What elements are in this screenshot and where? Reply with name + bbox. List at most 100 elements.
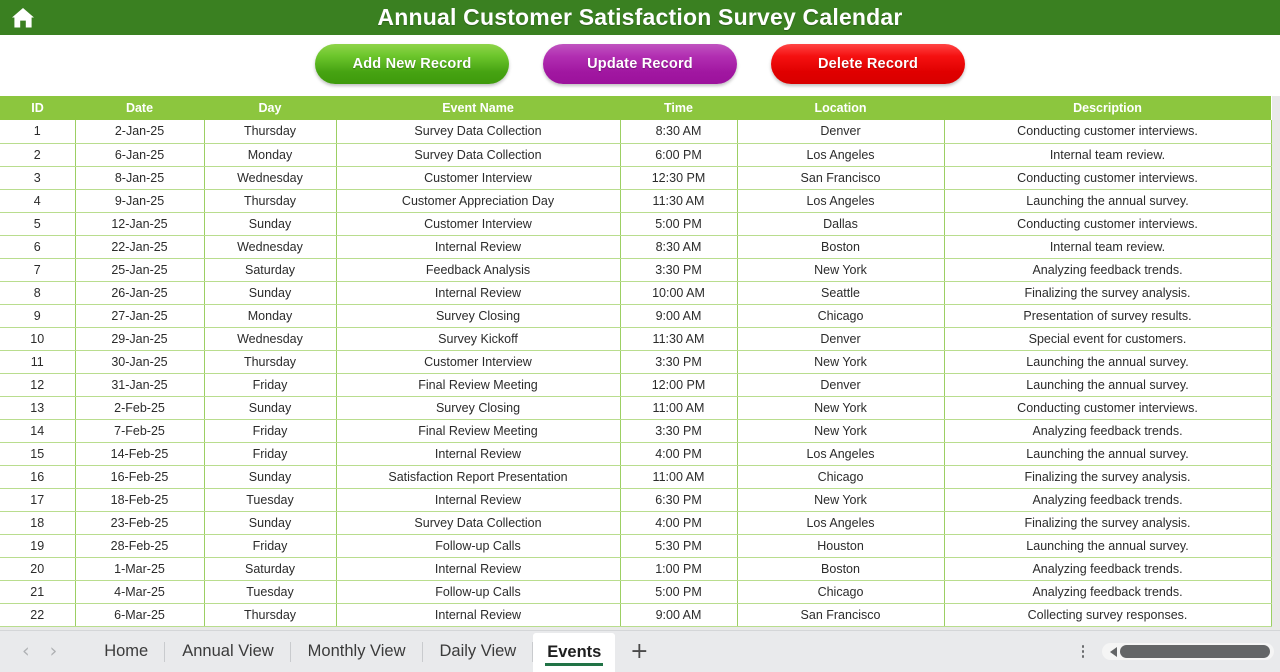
- delete-record-button[interactable]: Delete Record: [771, 43, 965, 84]
- cell-time[interactable]: 8:30 AM: [620, 235, 738, 259]
- cell-location[interactable]: New York: [737, 350, 945, 374]
- cell-location[interactable]: New York: [737, 488, 945, 512]
- cell-day[interactable]: Sunday: [204, 465, 337, 489]
- cell-description[interactable]: Analyzing feedback trends.: [944, 580, 1272, 604]
- table-row[interactable]: 11 30-Jan-25 Thursday Customer Interview 3:3…: [0, 350, 1272, 374]
- cell-description[interactable]: Analyzing feedback trends.: [944, 419, 1272, 443]
- cell-event-name[interactable]: Survey Closing: [336, 304, 621, 328]
- cell-description[interactable]: Launching the annual survey.: [944, 189, 1272, 213]
- cell-time[interactable]: 3:30 PM: [620, 258, 738, 282]
- cell-event-name[interactable]: Final Review Meeting: [336, 419, 621, 443]
- cell-event-name[interactable]: Internal Review: [336, 557, 621, 581]
- cell-location[interactable]: New York: [737, 396, 945, 420]
- cell-day[interactable]: Sunday: [204, 281, 337, 305]
- cell-id[interactable]: 10: [0, 327, 76, 351]
- cell-date[interactable]: 7-Feb-25: [75, 419, 205, 443]
- cell-date[interactable]: 2-Jan-25: [75, 120, 205, 144]
- cell-day[interactable]: Sunday: [204, 396, 337, 420]
- chevron-right-icon[interactable]: ›: [50, 642, 58, 661]
- cell-description[interactable]: Finalizing the survey analysis.: [944, 511, 1272, 535]
- cell-event-name[interactable]: Final Review Meeting: [336, 373, 621, 397]
- cell-event-name[interactable]: Internal Review: [336, 488, 621, 512]
- cell-day[interactable]: Saturday: [204, 258, 337, 282]
- cell-location[interactable]: Houston: [737, 534, 945, 558]
- cell-day[interactable]: Wednesday: [204, 235, 337, 259]
- column-header-event-name[interactable]: Event Name: [336, 96, 620, 120]
- cell-time[interactable]: 11:30 AM: [620, 189, 738, 213]
- kebab-menu-icon[interactable]: [1070, 639, 1096, 665]
- cell-time[interactable]: 5:00 PM: [620, 580, 738, 604]
- sheet-tab-annual-view[interactable]: Annual View: [165, 631, 292, 672]
- cell-day[interactable]: Sunday: [204, 511, 337, 535]
- cell-location[interactable]: Chicago: [737, 580, 945, 604]
- cell-id[interactable]: 7: [0, 258, 76, 282]
- column-header-date[interactable]: Date: [75, 96, 204, 120]
- table-row[interactable]: 3 8-Jan-25 Wednesday Customer Interview 12:3…: [0, 166, 1272, 190]
- cell-event-name[interactable]: Internal Review: [336, 442, 621, 466]
- table-row[interactable]: 2 6-Jan-25 Monday Survey Data Collection 6:0…: [0, 143, 1272, 167]
- cell-id[interactable]: 1: [0, 120, 76, 144]
- cell-event-name[interactable]: Survey Kickoff: [336, 327, 621, 351]
- cell-event-name[interactable]: Customer Interview: [336, 166, 621, 190]
- table-row[interactable]: 10 29-Jan-25 Wednesday Survey Kickoff 11:30 …: [0, 327, 1272, 351]
- cell-date[interactable]: 29-Jan-25: [75, 327, 205, 351]
- cell-location[interactable]: New York: [737, 419, 945, 443]
- table-row[interactable]: 4 9-Jan-25 Thursday Customer Appreciation D…: [0, 189, 1272, 213]
- cell-event-name[interactable]: Follow-up Calls: [336, 534, 621, 558]
- cell-id[interactable]: 9: [0, 304, 76, 328]
- cell-id[interactable]: 18: [0, 511, 76, 535]
- cell-time[interactable]: 3:30 PM: [620, 419, 738, 443]
- cell-day[interactable]: Thursday: [204, 120, 337, 144]
- cell-time[interactable]: 8:30 AM: [620, 120, 738, 144]
- table-row[interactable]: 9 27-Jan-25 Monday Survey Closing 9:00 AM Chi…: [0, 304, 1272, 328]
- cell-day[interactable]: Tuesday: [204, 488, 337, 512]
- cell-description[interactable]: Launching the annual survey.: [944, 373, 1272, 397]
- cell-location[interactable]: Boston: [737, 557, 945, 581]
- table-row[interactable]: 21 4-Mar-25 Tuesday Follow-up Calls 5:00 PM C…: [0, 580, 1272, 604]
- cell-id[interactable]: 14: [0, 419, 76, 443]
- add-sheet-button[interactable]: +: [615, 640, 663, 663]
- cell-date[interactable]: 16-Feb-25: [75, 465, 205, 489]
- cell-id[interactable]: 21: [0, 580, 76, 604]
- table-row[interactable]: 20 1-Mar-25 Saturday Internal Review 1:00 PM…: [0, 557, 1272, 581]
- table-row[interactable]: 16 16-Feb-25 Sunday Satisfaction Report Pre…: [0, 465, 1272, 489]
- cell-day[interactable]: Friday: [204, 442, 337, 466]
- cell-id[interactable]: 13: [0, 396, 76, 420]
- cell-description[interactable]: Presentation of survey results.: [944, 304, 1272, 328]
- cell-description[interactable]: Finalizing the survey analysis.: [944, 465, 1272, 489]
- cell-date[interactable]: 2-Feb-25: [75, 396, 205, 420]
- cell-event-name[interactable]: Survey Data Collection: [336, 143, 621, 167]
- scrollbar-thumb[interactable]: [1120, 645, 1270, 658]
- table-row[interactable]: 13 2-Feb-25 Sunday Survey Closing 11:00 AM Ne…: [0, 396, 1272, 420]
- sheet-tab-daily-view[interactable]: Daily View: [423, 631, 534, 672]
- cell-day[interactable]: Tuesday: [204, 580, 337, 604]
- cell-time[interactable]: 11:30 AM: [620, 327, 738, 351]
- cell-time[interactable]: 4:00 PM: [620, 511, 738, 535]
- cell-location[interactable]: Los Angeles: [737, 189, 945, 213]
- cell-event-name[interactable]: Customer Interview: [336, 350, 621, 374]
- cell-day[interactable]: Thursday: [204, 189, 337, 213]
- cell-date[interactable]: 8-Jan-25: [75, 166, 205, 190]
- cell-date[interactable]: 18-Feb-25: [75, 488, 205, 512]
- cell-day[interactable]: Monday: [204, 143, 337, 167]
- table-row[interactable]: 7 25-Jan-25 Saturday Feedback Analysis 3:30 …: [0, 258, 1272, 282]
- cell-event-name[interactable]: Follow-up Calls: [336, 580, 621, 604]
- cell-time[interactable]: 11:00 AM: [620, 396, 738, 420]
- column-header-description[interactable]: Description: [944, 96, 1271, 120]
- cell-day[interactable]: Friday: [204, 534, 337, 558]
- cell-description[interactable]: Conducting customer interviews.: [944, 166, 1272, 190]
- cell-description[interactable]: Finalizing the survey analysis.: [944, 281, 1272, 305]
- table-row[interactable]: 12 31-Jan-25 Friday Final Review Meeting 12:…: [0, 373, 1272, 397]
- cell-description[interactable]: Analyzing feedback trends.: [944, 258, 1272, 282]
- cell-id[interactable]: 12: [0, 373, 76, 397]
- cell-location[interactable]: Dallas: [737, 212, 945, 236]
- table-row[interactable]: 19 28-Feb-25 Friday Follow-up Calls 5:30 PM H…: [0, 534, 1272, 558]
- cell-description[interactable]: Analyzing feedback trends.: [944, 557, 1272, 581]
- cell-event-name[interactable]: Internal Review: [336, 281, 621, 305]
- cell-id[interactable]: 2: [0, 143, 76, 167]
- cell-location[interactable]: Los Angeles: [737, 511, 945, 535]
- table-row[interactable]: 15 14-Feb-25 Friday Internal Review 4:00 PM L…: [0, 442, 1272, 466]
- cell-date[interactable]: 26-Jan-25: [75, 281, 205, 305]
- cell-description[interactable]: Collecting survey responses.: [944, 603, 1272, 627]
- cell-date[interactable]: 9-Jan-25: [75, 189, 205, 213]
